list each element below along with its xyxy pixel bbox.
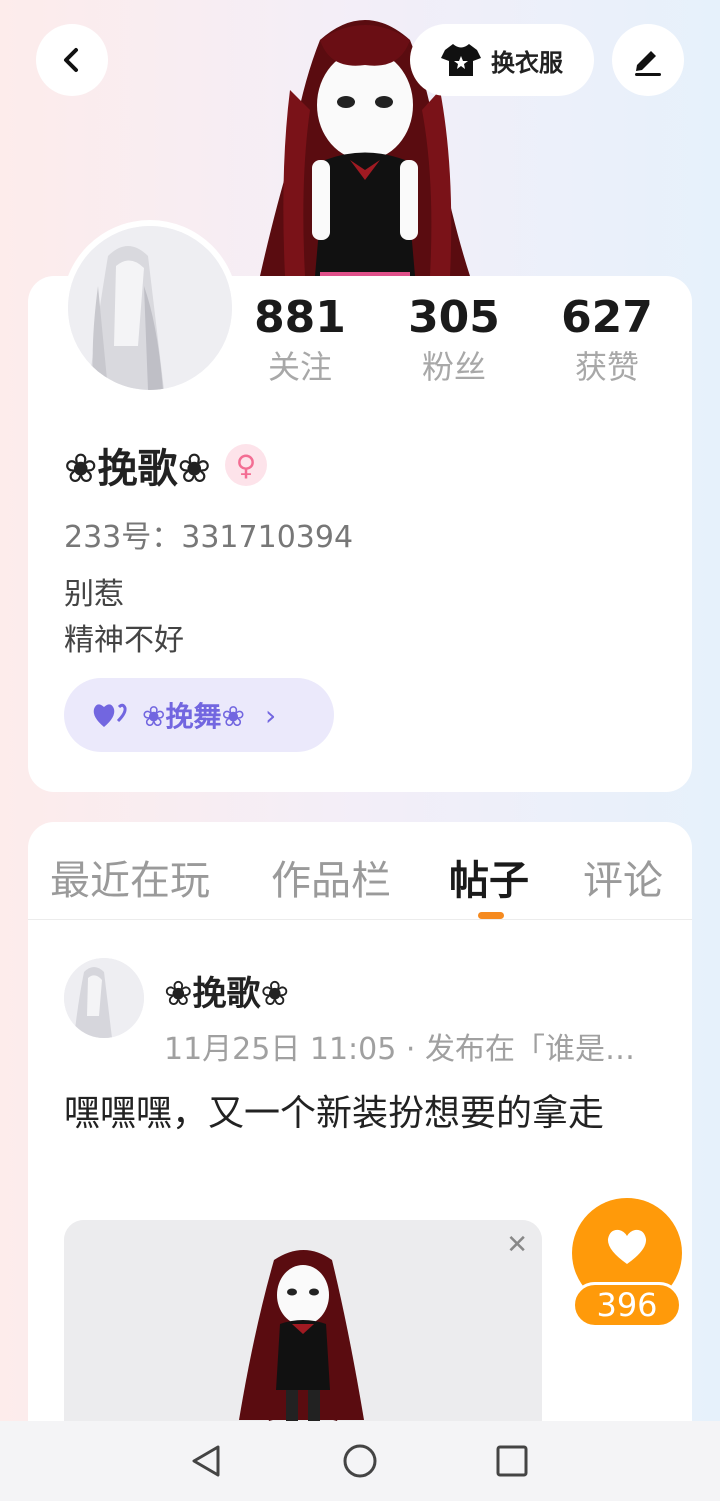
chevron-right-icon: ›: [264, 698, 277, 732]
tab-recently-played[interactable]: 最近在玩: [50, 848, 210, 906]
pen-icon: [635, 51, 661, 76]
chevron-left-icon: [64, 48, 78, 72]
group-label: ❀挽舞❀: [142, 700, 245, 733]
likes-count: 627: [561, 292, 653, 343]
female-icon: ♀: [225, 444, 268, 486]
fans-label: 粉丝: [421, 348, 486, 386]
active-tab-indicator: [478, 912, 504, 919]
change-outfit-button[interactable]: 换衣服: [410, 24, 594, 96]
nav-recents-icon[interactable]: [494, 1443, 530, 1479]
avatar-image: [68, 226, 232, 390]
double-heart-icon: [93, 703, 127, 727]
profile-name-row: ❀挽歌❀ ♀: [64, 436, 268, 494]
fans-count: 305: [408, 292, 500, 343]
bio-line-1: 别惹: [64, 577, 124, 612]
group-pill[interactable]: ❀挽舞❀ ›: [64, 678, 334, 752]
likes-label: 获赞: [574, 348, 639, 386]
stat-following[interactable]: 881 关注: [235, 292, 365, 388]
bio: 别惹 精神不好: [64, 572, 184, 664]
following-label: 关注: [267, 348, 332, 386]
like-count: 396: [572, 1282, 682, 1328]
tshirt-icon: [441, 44, 481, 76]
heart-icon: [607, 1229, 647, 1264]
profile-name: ❀挽歌❀: [64, 446, 212, 492]
edit-button[interactable]: [612, 24, 684, 96]
post-image-content: [64, 1220, 542, 1440]
close-icon[interactable]: ✕: [506, 1230, 528, 1260]
tab-works[interactable]: 作品栏: [271, 848, 391, 906]
profile-avatar[interactable]: [62, 220, 238, 396]
system-nav-bar: [0, 1421, 720, 1501]
post-meta: 11月25日 11:05 · 发布在「谁是…: [164, 1032, 635, 1067]
post-image[interactable]: ✕: [64, 1220, 542, 1440]
tab-posts[interactable]: 帖子: [449, 848, 529, 906]
nav-home-icon[interactable]: [342, 1443, 378, 1479]
following-count: 881: [254, 292, 346, 343]
post-text: 嘿嘿嘿，又一个新装扮想要的拿走: [64, 1093, 605, 1134]
post-author-avatar[interactable]: [64, 958, 144, 1038]
tab-comments[interactable]: 评论: [583, 848, 663, 906]
post-author-name[interactable]: ❀挽歌❀: [164, 966, 289, 1015]
back-button[interactable]: [36, 24, 108, 96]
bio-line-2: 精神不好: [64, 623, 184, 658]
post-avatar-image: [64, 958, 144, 1038]
stat-likes[interactable]: 627 获赞: [542, 292, 672, 388]
nav-back-icon[interactable]: [188, 1443, 224, 1479]
user-id: 233号：331710394: [64, 520, 354, 555]
tab-bar: 最近在玩 作品栏 帖子 评论: [28, 822, 692, 920]
stat-fans[interactable]: 305 粉丝: [389, 292, 519, 388]
change-outfit-label: 换衣服: [491, 48, 563, 77]
